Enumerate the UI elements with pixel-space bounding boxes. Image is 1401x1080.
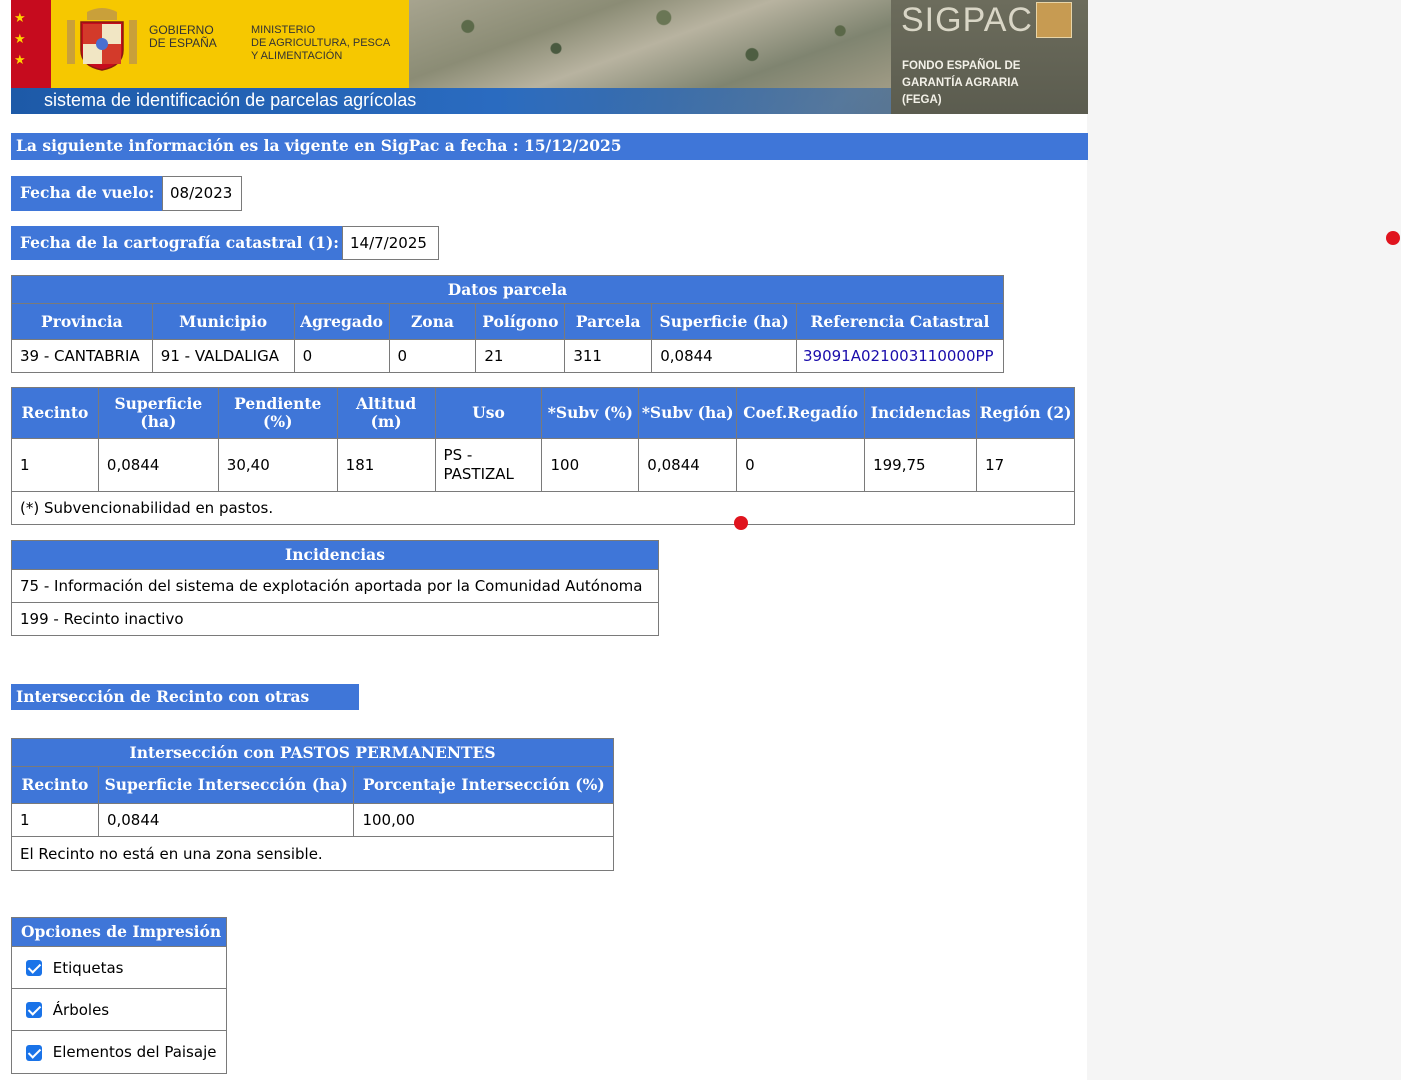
incidencia-75: 75 - Información del sistema de explotac… — [11, 569, 659, 603]
col-porcentaje-interseccion: Porcentaje Intersección (%) — [353, 766, 614, 804]
cell-recinto: 1 — [11, 438, 99, 492]
col-superficie: Superficie (ha) — [651, 303, 797, 340]
option-arboles[interactable]: Árboles — [11, 988, 227, 1031]
list-item: 199 - Recinto inactivo — [11, 602, 659, 636]
col-incidencias: Incidencias — [864, 387, 978, 439]
col-parcela: Parcela — [564, 303, 653, 340]
fega-label: FONDO ESPAÑOL DE GARANTÍA AGRARIA (FEGA) — [902, 60, 1021, 106]
col-subv-ha: *Subv (ha) — [638, 387, 738, 439]
col-municipio: Municipio — [151, 303, 295, 340]
star-icons: ★ ★ ★ — [14, 11, 26, 68]
marker-dot — [734, 516, 748, 530]
col-uso: Uso — [434, 387, 543, 439]
cell-subv-ha: 0,0844 — [638, 438, 738, 492]
cartografia-label: Fecha de la cartografía catastral (1): — [11, 226, 342, 260]
col-zona: Zona — [388, 303, 477, 340]
subvencionabilidad-note: (*) Subvencionabilidad en pastos. — [11, 491, 1075, 525]
cell-region: 17 — [976, 438, 1075, 492]
cell-recinto: 1 — [11, 803, 99, 837]
cell-zona: 0 — [388, 339, 477, 373]
ministry-label: MINISTERIO DE AGRICULTURA, PESCA Y ALIME… — [251, 24, 391, 62]
cell-parcela: 311 — [564, 339, 653, 373]
vuelo-value: 08/2023 — [162, 176, 242, 211]
col-subv-pct: *Subv (%) — [541, 387, 640, 439]
arboles-checkbox[interactable] — [26, 1002, 42, 1018]
aerial-photo — [409, 0, 899, 88]
option-etiquetas[interactable]: Etiquetas — [11, 946, 227, 989]
cell-subv-pct: 100 — [541, 438, 640, 492]
interseccion-heading: Intersección de Recinto con otras capas — [11, 684, 359, 732]
sigpac-mark-icon — [1036, 2, 1072, 38]
col-altitud: Altitud (m) — [336, 387, 436, 439]
pastos-title: Intersección con PASTOS PERMANENTES — [11, 738, 614, 767]
cell-superficie-ha: 0,0844 — [97, 438, 219, 492]
referencia-catastral-link[interactable]: 39091A021003110000PP — [796, 339, 1004, 373]
col-coef-regadio: Coef.Regadío — [736, 387, 866, 439]
elementos-paisaje-checkbox[interactable] — [26, 1044, 42, 1061]
government-label: GOBIERNO DE ESPAÑA — [149, 23, 217, 50]
pastos-permanentes-table: Intersección con PASTOS PERMANENTES Reci… — [11, 738, 614, 871]
coat-of-arms-icon — [67, 8, 137, 71]
datos-parcela-title: Datos parcela — [11, 275, 1004, 304]
table-row: 39 - CANTABRIA 91 - VALDALIGA 0 0 21 311… — [11, 339, 1004, 373]
recinto-table: Recinto Superficie (ha) Pendiente (%) Al… — [11, 387, 1075, 525]
sigpac-logo: SIGPAC — [901, 1, 1033, 39]
incidencias-title: Incidencias — [11, 540, 659, 570]
arboles-label: Árboles — [52, 1000, 110, 1019]
cell-pendiente: 30,40 — [217, 438, 338, 492]
cell-altitud: 181 — [336, 438, 436, 492]
table-row: 1 0,0844 30,40 181 PS - PASTIZAL 100 0,0… — [11, 438, 1075, 492]
incidencia-199: 199 - Recinto inactivo — [11, 602, 659, 636]
eu-flag-strip: ★ ★ ★ — [11, 0, 51, 88]
col-superficie-ha: Superficie (ha) — [97, 387, 219, 439]
option-elementos-paisaje[interactable]: Elementos del Paisaje — [11, 1030, 227, 1074]
cell-provincia: 39 - CANTABRIA — [11, 339, 153, 373]
col-region: Región (2) — [976, 387, 1075, 439]
col-provincia: Provincia — [11, 303, 153, 340]
cell-agregado: 0 — [293, 339, 390, 373]
col-recinto: Recinto — [11, 387, 99, 439]
col-poligono: Polígono — [475, 303, 566, 340]
datos-parcela-table: Datos parcela Provincia Municipio Agrega… — [11, 275, 1004, 373]
cell-porcentaje-interseccion: 100,00 — [353, 803, 614, 837]
cell-incidencias: 199,75 — [864, 438, 978, 492]
cell-municipio: 91 - VALDALIGA — [151, 339, 295, 373]
col-referencia-catastral: Referencia Catastral — [796, 303, 1004, 340]
elementos-paisaje-label: Elementos del Paisaje — [52, 1043, 217, 1061]
incidencias-table: Incidencias 75 - Información del sistema… — [11, 540, 659, 636]
etiquetas-checkbox[interactable] — [26, 960, 42, 976]
info-date-bar: La siguiente información es la vigente e… — [11, 133, 1088, 160]
cell-poligono: 21 — [475, 339, 566, 373]
cartografia-value: 14/7/2025 — [342, 226, 439, 260]
print-options-title: Opciones de Impresión — [11, 917, 227, 947]
cell-coef-regadio: 0 — [736, 438, 866, 492]
col-recinto: Recinto — [11, 766, 99, 804]
subtitle-bar: sistema de identificación de parcelas ag… — [11, 88, 891, 114]
list-item: 75 - Información del sistema de explotac… — [11, 569, 659, 603]
col-superficie-interseccion: Superficie Intersección (ha) — [97, 766, 355, 804]
col-agregado: Agregado — [293, 303, 390, 340]
cell-superficie: 0,0844 — [651, 339, 797, 373]
marker-dot — [1386, 231, 1400, 245]
cell-superficie-interseccion: 0,0844 — [97, 803, 355, 837]
header-banner: ★ ★ ★ GOBIERNO DE ESPAÑA MINISTERIO DE AGR… — [11, 0, 1088, 114]
page: ★ ★ ★ GOBIERNO DE ESPAÑA MINISTERIO DE AGR… — [0, 0, 1088, 1080]
etiquetas-label: Etiquetas — [52, 958, 124, 977]
vuelo-label: Fecha de vuelo: — [11, 176, 162, 211]
table-row: 1 0,0844 100,00 — [11, 803, 614, 837]
print-options-table: Opciones de Impresión Etiquetas Árboles … — [11, 917, 227, 1074]
zona-sensible-note: El Recinto no está en una zona sensible. — [11, 836, 614, 871]
app-subtitle: sistema de identificación de parcelas ag… — [44, 90, 417, 110]
sigpac-logo-area: SIGPAC FONDO ESPAÑOL DE GARANTÍA AGRARIA… — [891, 0, 1088, 114]
cell-uso: PS - PASTIZAL — [434, 438, 543, 492]
col-pendiente: Pendiente (%) — [217, 387, 338, 439]
